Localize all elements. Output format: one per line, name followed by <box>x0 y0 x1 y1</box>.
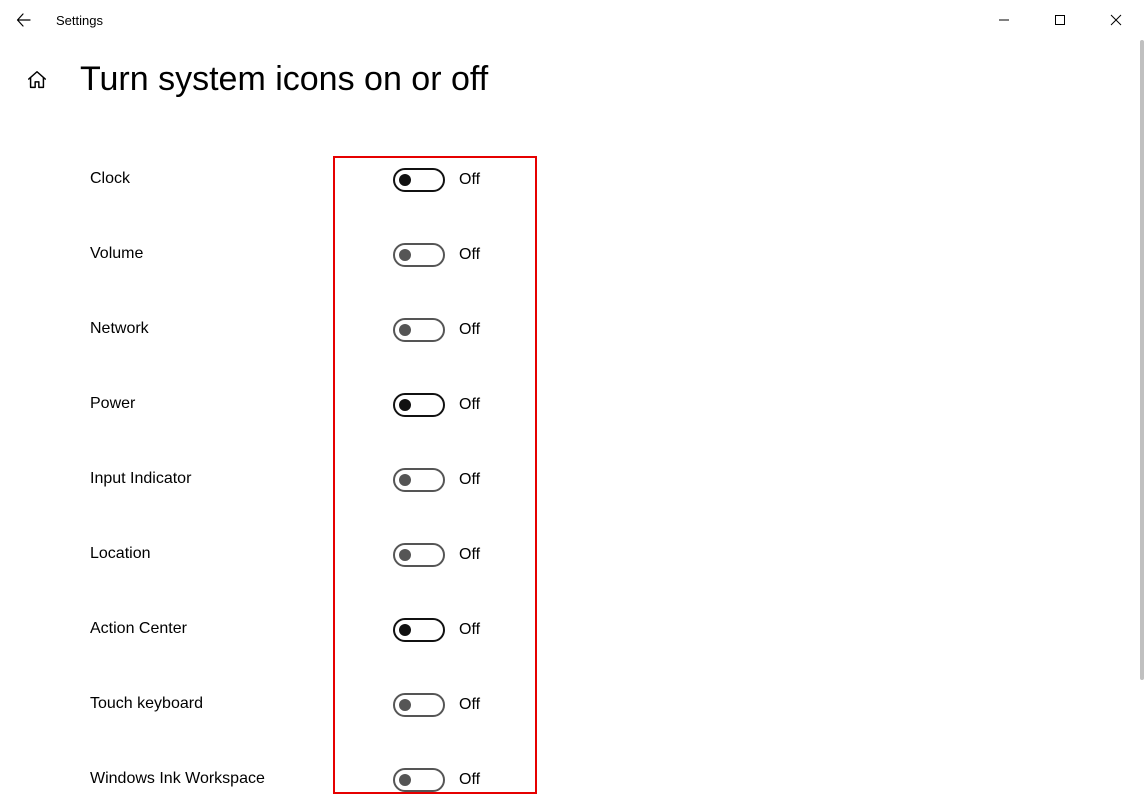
maximize-button[interactable] <box>1032 0 1088 40</box>
minimize-button[interactable] <box>976 0 1032 40</box>
toggle-input-indicator[interactable] <box>393 468 445 492</box>
row-input-indicator: Input Indicator Off <box>90 458 590 533</box>
toggle-location[interactable] <box>393 543 445 567</box>
toggle-knob <box>399 624 411 636</box>
toggle-state: Off <box>459 321 480 339</box>
toggle-state: Off <box>459 396 480 414</box>
row-label: Location <box>90 545 151 563</box>
toggle-state: Off <box>459 171 480 189</box>
window-controls <box>976 0 1144 40</box>
toggle-wrap: Off <box>393 393 480 417</box>
toggle-knob <box>399 774 411 786</box>
toggle-state: Off <box>459 771 480 789</box>
row-label: Network <box>90 320 149 338</box>
toggle-wrap: Off <box>393 168 480 192</box>
row-network: Network Off <box>90 308 590 383</box>
page-header: Turn system icons on or off <box>24 60 488 99</box>
toggle-windows-ink-workspace[interactable] <box>393 768 445 792</box>
row-label: Touch keyboard <box>90 695 203 713</box>
toggle-clock[interactable] <box>393 168 445 192</box>
toggle-state: Off <box>459 546 480 564</box>
toggle-wrap: Off <box>393 318 480 342</box>
close-button[interactable] <box>1088 0 1144 40</box>
row-label: Windows Ink Workspace <box>90 770 265 788</box>
page-title: Turn system icons on or off <box>80 60 488 99</box>
row-label: Action Center <box>90 620 187 638</box>
toggle-volume[interactable] <box>393 243 445 267</box>
toggle-wrap: Off <box>393 618 480 642</box>
toggle-touch-keyboard[interactable] <box>393 693 445 717</box>
toggle-state: Off <box>459 696 480 714</box>
toggle-action-center[interactable] <box>393 618 445 642</box>
toggle-knob <box>399 399 411 411</box>
toggle-knob <box>399 324 411 336</box>
row-label: Input Indicator <box>90 470 191 488</box>
row-location: Location Off <box>90 533 590 608</box>
row-label: Power <box>90 395 135 413</box>
toggle-wrap: Off <box>393 768 480 792</box>
toggle-power[interactable] <box>393 393 445 417</box>
home-button[interactable] <box>24 67 50 93</box>
row-clock: Clock Off <box>90 158 590 233</box>
row-action-center: Action Center Off <box>90 608 590 683</box>
row-windows-ink-workspace: Windows Ink Workspace Off <box>90 758 590 804</box>
back-button[interactable] <box>0 0 48 40</box>
toggle-knob <box>399 174 411 186</box>
toggle-knob <box>399 249 411 261</box>
close-icon <box>1110 14 1122 26</box>
title-bar: Settings <box>0 0 1144 40</box>
toggle-wrap: Off <box>393 693 480 717</box>
toggle-wrap: Off <box>393 468 480 492</box>
app-title: Settings <box>56 13 103 28</box>
toggle-knob <box>399 474 411 486</box>
toggle-wrap: Off <box>393 543 480 567</box>
row-touch-keyboard: Touch keyboard Off <box>90 683 590 758</box>
home-icon <box>26 69 48 91</box>
toggle-network[interactable] <box>393 318 445 342</box>
toggle-state: Off <box>459 471 480 489</box>
row-label: Volume <box>90 245 143 263</box>
arrow-left-icon <box>16 12 32 28</box>
row-power: Power Off <box>90 383 590 458</box>
toggle-wrap: Off <box>393 243 480 267</box>
toggle-state: Off <box>459 621 480 639</box>
maximize-icon <box>1054 14 1066 26</box>
toggle-state: Off <box>459 246 480 264</box>
scrollbar[interactable] <box>1140 40 1144 680</box>
toggle-knob <box>399 699 411 711</box>
toggle-knob <box>399 549 411 561</box>
system-icons-list: Clock Off Volume Off Network Off Power O… <box>90 158 590 804</box>
row-volume: Volume Off <box>90 233 590 308</box>
row-label: Clock <box>90 170 130 188</box>
minimize-icon <box>998 14 1010 26</box>
